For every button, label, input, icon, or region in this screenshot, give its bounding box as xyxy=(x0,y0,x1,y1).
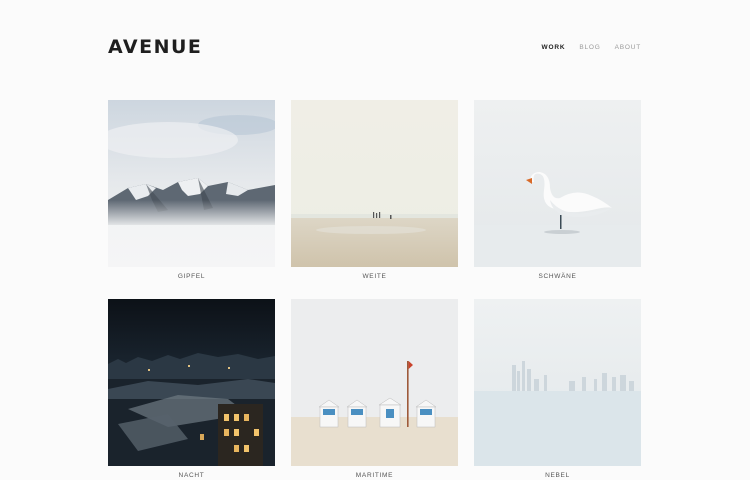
site-logo[interactable]: AVENUE xyxy=(108,36,202,58)
gallery-caption: WEITE xyxy=(362,273,387,280)
night-city-photo[interactable] xyxy=(108,299,275,466)
gallery-item-nebel[interactable]: NEBEL xyxy=(474,299,641,480)
gallery-item-maritime[interactable]: MARITIME xyxy=(291,299,458,480)
gallery-item-schwaene[interactable]: SCHWÄNE xyxy=(474,100,641,285)
gallery-caption: NACHT xyxy=(178,472,205,479)
gallery-grid: GIPFEL WEITE SCHWÄNE NACHT MARITIME NEBE… xyxy=(108,100,641,480)
mountain-photo[interactable] xyxy=(108,100,275,267)
fog-skyline-photo[interactable] xyxy=(474,299,641,466)
gallery-caption: SCHWÄNE xyxy=(538,273,577,280)
gallery-caption: MARITIME xyxy=(355,472,394,479)
swan-photo[interactable] xyxy=(474,100,641,267)
nav-about[interactable]: ABOUT xyxy=(615,44,641,51)
gallery-caption: GIPFEL xyxy=(177,273,206,280)
gallery-item-nacht[interactable]: NACHT xyxy=(108,299,275,480)
gallery-caption: NEBEL xyxy=(545,472,570,479)
site-header: AVENUE WORK BLOG ABOUT xyxy=(108,36,641,62)
nav-blog[interactable]: BLOG xyxy=(579,44,600,51)
nav-work[interactable]: WORK xyxy=(542,44,566,51)
beach-huts-photo[interactable] xyxy=(291,299,458,466)
beach-photo[interactable] xyxy=(291,100,458,267)
gallery-item-gipfel[interactable]: GIPFEL xyxy=(108,100,275,285)
main-nav: WORK BLOG ABOUT xyxy=(542,44,641,51)
gallery-item-weite[interactable]: WEITE xyxy=(291,100,458,285)
